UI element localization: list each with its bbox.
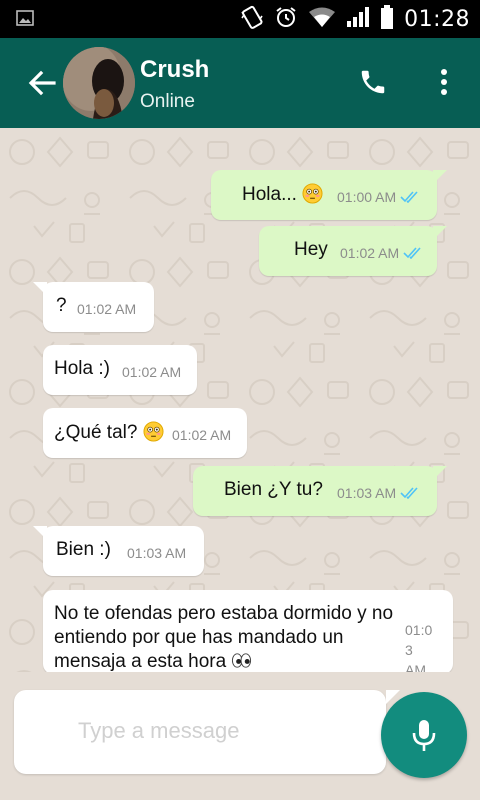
voice-record-button[interactable] [381,692,467,778]
message-bubble-outgoing[interactable]: Hola... 01:00 AM [211,170,447,220]
message-bubble-incoming[interactable]: Bien :) 01:03 AM [33,526,204,576]
microphone-icon [412,720,436,751]
message-bubble-outgoing[interactable]: Hey 01:02 AM [259,226,447,276]
message-text: Bien :) [56,539,111,560]
battery-icon [380,4,394,35]
phone-icon [361,70,385,94]
status-bar: 01:28 [0,0,480,38]
message-bubble-outgoing[interactable]: Bien ¿Y tu? 01:03 AM [193,466,447,516]
back-arrow-icon [28,70,56,96]
message-input[interactable] [78,718,368,744]
message-time: 01:03 AM [337,485,420,501]
signal-icon [346,6,370,33]
more-options-button[interactable] [430,64,458,100]
message-bubble-incoming[interactable]: ? 01:02 AM [33,282,154,332]
vibrate-icon [240,4,264,35]
message-bubble-incoming[interactable]: Hola :) 01:02 AM [43,345,197,395]
message-text: No te ofendas pero estaba dormido y no e… [54,603,394,672]
avatar[interactable] [63,47,135,119]
message-text: Bien ¿Y tu? [224,479,323,500]
double-check-read-icon [403,247,421,260]
wifi-icon [308,6,336,33]
bubble-tail [433,466,447,480]
alarm-icon [274,5,298,34]
message-time: 01:02 AM [172,427,232,443]
message-text: Hey [294,239,328,260]
message-bubble-incoming[interactable]: ¿Qué tal? 01:02 AM [43,408,247,458]
status-icons: 01:28 [240,4,470,34]
bubble-tail [433,170,447,184]
bubble-tail [33,282,47,296]
status-clock: 01:28 [404,6,470,32]
message-list[interactable]: Hola... 01:00 AM Hey 01:02 AM ? 01:02 AM… [0,128,480,672]
voice-call-button[interactable] [355,64,391,100]
double-check-read-icon [400,487,418,500]
message-text: ¿Qué tal? [54,421,164,444]
bubble-tail [433,226,447,240]
message-text: ? [56,295,67,316]
message-time: 01:03 AM [127,545,187,561]
message-input-box[interactable] [14,690,400,774]
composer-bar [0,672,480,800]
message-bubble-incoming[interactable]: No te ofendas pero estaba dormido y no e… [43,590,453,672]
double-check-read-icon [400,191,418,204]
message-time: 01:02 AM [77,301,137,317]
eyes-emoji-icon [232,653,252,668]
message-time: 01:0 3 AM [405,622,433,672]
image-notification-icon [16,9,34,32]
message-time: 01:00 AM [337,189,420,205]
message-time: 01:02 AM [340,245,423,261]
chat-header: Crush Online [0,38,480,128]
contact-status: Online [140,91,195,112]
flushed-face-emoji-icon [302,183,323,204]
flushed-face-emoji-icon [143,421,164,442]
contact-name[interactable]: Crush [140,56,209,84]
more-vertical-icon [441,69,447,95]
message-text: Hola :) [54,358,110,379]
message-text: Hola... [242,183,323,206]
message-time: 01:02 AM [122,364,182,380]
bubble-tail [33,526,47,540]
back-button[interactable] [24,65,60,101]
